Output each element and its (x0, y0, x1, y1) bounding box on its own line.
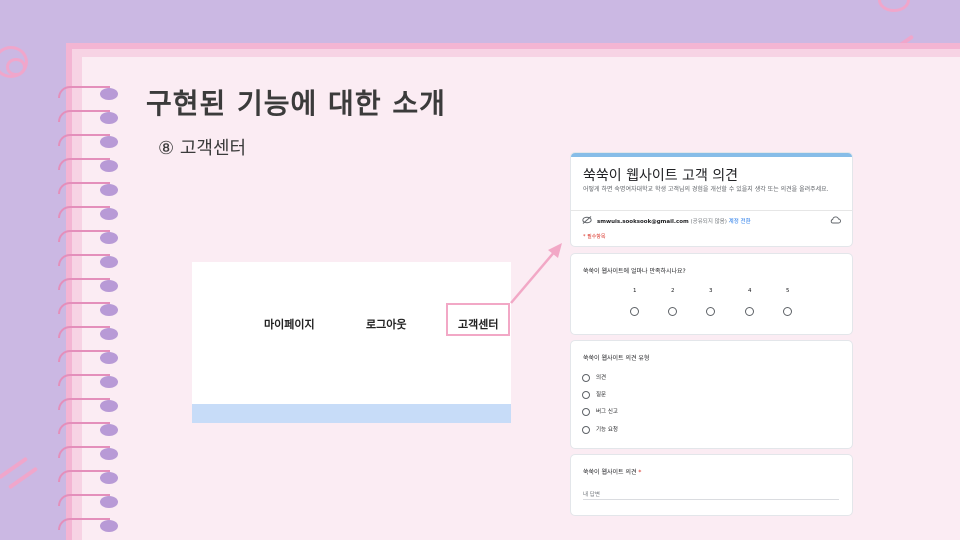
question-card-satisfaction: 쑥쑥이 웹사이트에 얼마나 만족하시나요? 1 2 3 4 5 (571, 254, 852, 334)
switch-account-link[interactable]: 계정 전환 (729, 219, 751, 225)
form-description: 어떻게 하면 숙명여자대학교 학생 고객님의 경험을 개선할 수 있을지 생각 … (583, 186, 829, 193)
scale-radio[interactable] (783, 307, 792, 316)
question-text: 쑥쑥이 웹사이트 의견 * (583, 469, 642, 476)
radio-icon[interactable] (582, 407, 590, 416)
pointer-arrow (510, 243, 562, 304)
scale-radio[interactable] (630, 307, 639, 316)
option-bug-report[interactable]: 버그 신고 (582, 407, 618, 416)
radio-icon[interactable] (582, 373, 590, 382)
cloud-icon (830, 216, 841, 224)
radio-icon[interactable] (582, 390, 590, 399)
radio-icon[interactable] (582, 425, 590, 434)
customer-center-highlight-box (446, 303, 510, 336)
scale-radio[interactable] (745, 307, 754, 316)
question-card-opinion: 쑥쑥이 웹사이트 의견 * 내 답변 (571, 455, 852, 515)
option-question[interactable]: 질문 (582, 390, 606, 399)
form-accent-bar (571, 153, 852, 157)
option-opinion[interactable]: 의견 (582, 373, 606, 382)
scale-radio[interactable] (706, 307, 715, 316)
scale-label: 2 (671, 288, 675, 294)
form-title: 쑥쑥이 웹사이트 고객 의견 (583, 168, 739, 184)
slide-title: 구현된 기능에 대한 소개 (146, 87, 446, 120)
form-account-line: smwuis.sooksook@gmail.com (공유되지 않음) 계정 전… (597, 217, 751, 225)
scale-radio[interactable] (668, 307, 677, 316)
account-note: (공유되지 않음) (690, 219, 727, 225)
scale-label: 5 (786, 288, 790, 294)
scale-label: 1 (633, 288, 637, 294)
question-text: 쑥쑥이 웹사이트 의견 유형 (583, 355, 650, 362)
nav-item-mypage[interactable]: 마이페이지 (264, 316, 315, 332)
required-note: * 필수항목 (583, 234, 606, 240)
scale-label: 3 (709, 288, 713, 294)
nav-item-logout[interactable]: 로그아웃 (366, 316, 406, 332)
left-circle-decoration (6, 58, 26, 76)
question-text: 쑥쑥이 웹사이트에 얼마나 만족하시나요? (583, 268, 686, 275)
question-card-type: 쑥쑥이 웹사이트 의견 유형 의견 질문 버그 신고 기능 요청 (571, 341, 852, 448)
hidden-eye-icon (582, 216, 592, 224)
answer-input[interactable]: 내 답변 (583, 490, 600, 498)
scale-label: 4 (748, 288, 752, 294)
top-right-circle-decoration (878, 0, 910, 12)
form-header-card: 쑥쑥이 웹사이트 고객 의견 어떻게 하면 숙명여자대학교 학생 고객님의 경험… (571, 153, 852, 246)
account-email: smwuis.sooksook@gmail.com (597, 219, 689, 225)
form-divider (571, 210, 852, 211)
nav-bottom-strip (192, 404, 511, 423)
option-feature-request[interactable]: 기능 요청 (582, 425, 618, 434)
slide-subtitle: ⑧ 고객센터 (158, 138, 247, 159)
nav-screenshot: 마이페이지 로그아웃 고객센터 (192, 262, 511, 423)
answer-underline (583, 499, 839, 500)
